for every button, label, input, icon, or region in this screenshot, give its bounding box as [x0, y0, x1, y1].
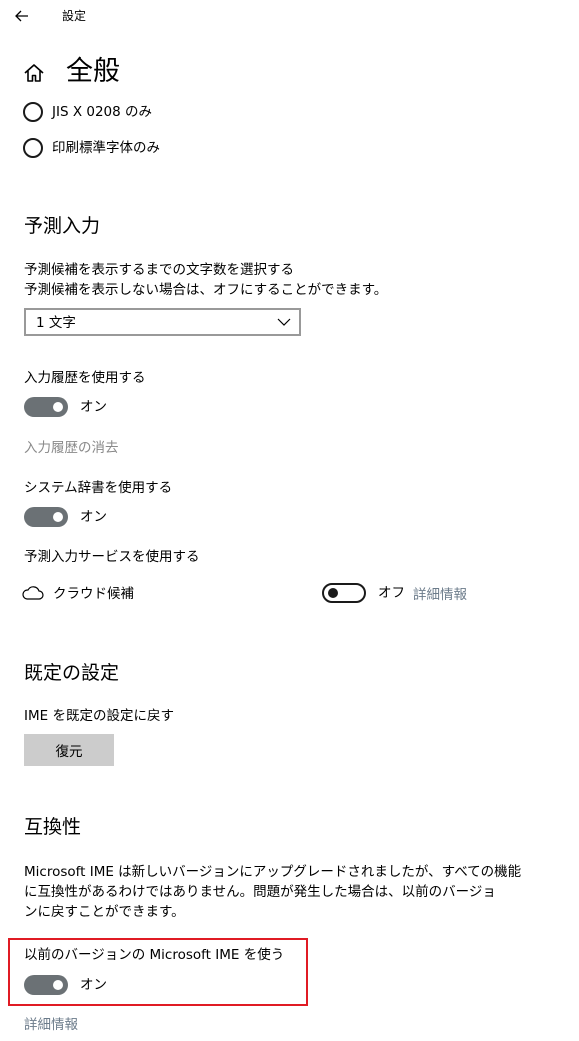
compat-heading: 互換性: [24, 816, 82, 838]
window-title: 設定: [62, 9, 87, 23]
cloud-candidate-label: クラウド候補: [53, 586, 134, 602]
radio-print-standard[interactable]: 印刷標準字体のみ: [23, 137, 160, 159]
compat-paragraph-line3: ンに戻すことができます。: [24, 904, 185, 920]
page-title: 全般: [66, 56, 120, 87]
toggle-knob: [328, 588, 338, 598]
radio-label: 印刷標準字体のみ: [52, 140, 160, 156]
prev-version-toggle[interactable]: [24, 975, 68, 995]
system-dict-label: システム辞書を使用する: [24, 480, 173, 496]
radio-circle[interactable]: [23, 138, 43, 158]
cloud-toggle-state: オフ: [378, 585, 405, 601]
home-icon[interactable]: [22, 61, 46, 85]
cloud-icon: [22, 586, 44, 600]
dropdown-value: 1 文字: [36, 315, 76, 331]
toggle-knob: [53, 512, 63, 522]
cloud-candidate-toggle[interactable]: [322, 583, 366, 603]
cloud-details-link[interactable]: 詳細情報: [413, 586, 467, 604]
compat-paragraph-line1: Microsoft IME は新しいバージョンにアップグレードされましたが、すべ…: [24, 864, 522, 880]
history-toggle[interactable]: [24, 397, 68, 417]
radio-jis-x-0208[interactable]: JIS X 0208 のみ: [23, 101, 152, 123]
predictive-heading: 予測入力: [24, 215, 101, 237]
prev-version-toggle-state: オン: [80, 977, 107, 993]
compat-details-link[interactable]: 詳細情報: [24, 1016, 78, 1034]
back-button[interactable]: [10, 4, 36, 28]
predictive-service-label: 予測入力サービスを使用する: [24, 549, 200, 565]
clear-history-link[interactable]: 入力履歴の消去: [24, 439, 119, 457]
char-count-dropdown[interactable]: 1 文字: [24, 308, 301, 336]
history-toggle-state: オン: [80, 399, 107, 415]
defaults-heading: 既定の設定: [24, 662, 120, 684]
back-arrow-icon: [15, 10, 28, 22]
system-dict-toggle[interactable]: [24, 507, 68, 527]
radio-circle[interactable]: [23, 102, 43, 122]
predictive-description-line2: 予測候補を表示しない場合は、オフにすることができます。: [24, 282, 388, 298]
radio-label: JIS X 0208 のみ: [52, 104, 153, 120]
prev-version-label: 以前のバージョンの Microsoft IME を使う: [24, 947, 285, 963]
predictive-description-line1: 予測候補を表示するまでの文字数を選択する: [24, 262, 294, 278]
compat-paragraph-line2: に互換性があるわけではありません。問題が発生した場合は、以前のバージョ: [24, 884, 496, 900]
toggle-knob: [53, 402, 63, 412]
reset-label: IME を既定の設定に戻す: [24, 708, 174, 724]
toggle-knob: [53, 980, 63, 990]
system-dict-toggle-state: オン: [80, 509, 107, 525]
history-label: 入力履歴を使用する: [24, 370, 146, 386]
reset-button[interactable]: 復元: [24, 734, 114, 766]
chevron-down-icon: [277, 318, 291, 326]
